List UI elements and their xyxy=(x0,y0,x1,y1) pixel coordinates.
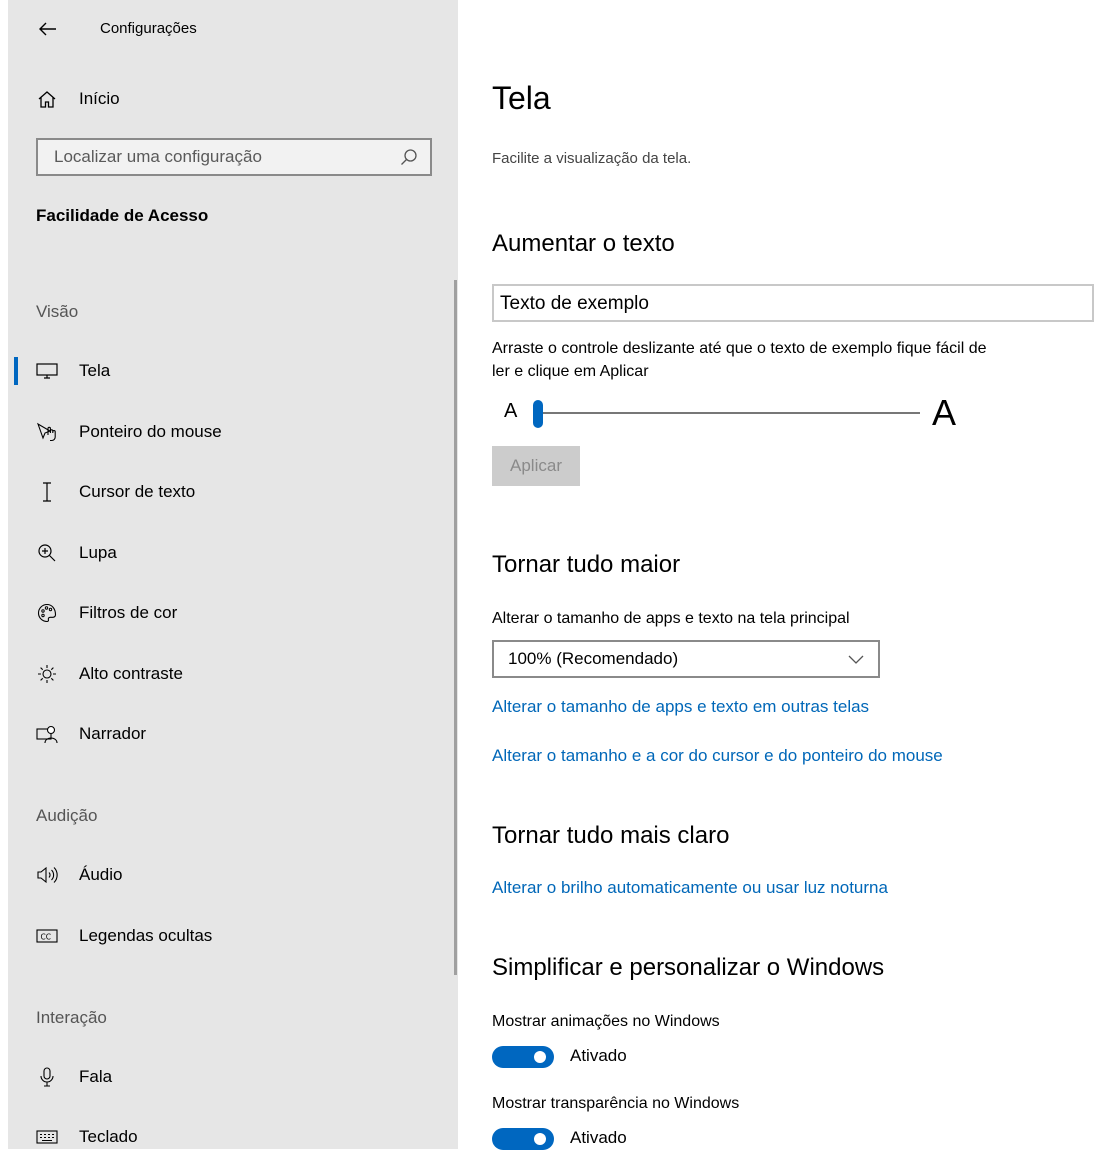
transparency-toggle[interactable] xyxy=(492,1128,554,1150)
color-palette-icon xyxy=(34,601,60,625)
link-brightness[interactable]: Alterar o brilho automaticamente ou usar… xyxy=(492,878,888,898)
animations-label: Mostrar animações no Windows xyxy=(492,1013,720,1030)
text-size-slider[interactable]: A A xyxy=(492,392,962,433)
text-cursor-icon xyxy=(34,480,60,504)
animations-toggle-state: Ativado xyxy=(570,1046,627,1065)
keyboard-icon xyxy=(34,1125,60,1149)
sidebar-item-label: Filtros de cor xyxy=(79,603,178,622)
brightness-sun-icon xyxy=(34,662,60,686)
narrator-icon xyxy=(34,722,60,746)
mouse-pointer-hand-icon xyxy=(34,420,60,444)
apply-button[interactable]: Aplicar xyxy=(492,446,580,486)
section-title: Facilidade de Acesso xyxy=(36,206,209,225)
search-input[interactable] xyxy=(52,146,386,168)
heading-text-size: Aumentar o texto xyxy=(492,230,675,257)
chevron-down-icon xyxy=(848,652,864,666)
sidebar-item-label: Lupa xyxy=(79,543,117,562)
sidebar-item-legendas[interactable]: CC Legendas ocultas xyxy=(8,914,454,958)
microphone-icon xyxy=(34,1065,60,1089)
sidebar-item-lupa[interactable]: Lupa xyxy=(8,531,454,575)
scale-dropdown[interactable]: 100% (Recomendado) xyxy=(492,640,880,678)
heading-make-brighter: Tornar tudo mais claro xyxy=(492,822,730,849)
transparency-toggle-state: Ativado xyxy=(570,1128,627,1147)
sidebar-item-label: Legendas ocultas xyxy=(79,926,213,945)
sidebar-item-label: Teclado xyxy=(79,1127,138,1146)
sidebar-item-narrador[interactable]: Narrador xyxy=(8,712,454,756)
slider-description-line1: Arraste o controle deslizante até que o … xyxy=(492,340,987,357)
monitor-icon xyxy=(34,359,60,383)
magnifier-icon xyxy=(34,541,60,565)
slider-large-label: A xyxy=(932,392,957,433)
sidebar-item-audio[interactable]: Áudio xyxy=(8,853,454,897)
sidebar-item-label: Áudio xyxy=(79,865,123,884)
link-cursor-pointer[interactable]: Alterar o tamanho e a cor do cursor e do… xyxy=(492,746,943,766)
sidebar-item-contraste[interactable]: Alto contraste xyxy=(8,652,454,696)
sidebar-item-label: Ponteiro do mouse xyxy=(79,422,222,441)
scale-label: Alterar o tamanho de apps e texto na tel… xyxy=(492,610,850,627)
group-label-interacao: Interação xyxy=(36,1008,107,1027)
sidebar-item-label: Narrador xyxy=(79,724,147,743)
group-label-audicao: Audição xyxy=(36,806,98,825)
search-icon[interactable] xyxy=(400,148,418,166)
sidebar: Configurações Início Facilidade de Acess… xyxy=(8,0,458,1149)
sidebar-item-filtros[interactable]: Filtros de cor xyxy=(8,591,454,635)
group-label-visao: Visão xyxy=(36,302,79,321)
slider-thumb[interactable] xyxy=(533,400,543,428)
sidebar-item-cursor[interactable]: Cursor de texto xyxy=(8,470,454,514)
sidebar-item-label: Cursor de texto xyxy=(79,482,196,501)
sidebar-item-label: Tela xyxy=(79,361,111,380)
scale-dropdown-value: 100% (Recomendado) xyxy=(508,649,679,668)
sidebar-item-home[interactable]: Início xyxy=(8,77,454,121)
sidebar-item-ponteiro[interactable]: Ponteiro do mouse xyxy=(8,410,454,454)
link-other-displays[interactable]: Alterar o tamanho de apps e texto em out… xyxy=(492,697,869,717)
app-title: Configurações xyxy=(100,20,197,37)
animations-toggle-row: Ativado xyxy=(492,1044,792,1070)
back-arrow-icon xyxy=(38,19,58,39)
search-box[interactable] xyxy=(36,138,432,176)
sidebar-item-label: Fala xyxy=(79,1067,113,1086)
page-subtitle: Facilite a visualização da tela. xyxy=(492,150,692,167)
closed-captions-icon: CC xyxy=(34,924,60,948)
heading-simplify: Simplificar e personalizar o Windows xyxy=(492,954,885,981)
main-content: Tela Facilite a visualização da tela. Au… xyxy=(492,0,1102,1152)
speaker-icon xyxy=(34,863,60,887)
sidebar-item-label: Alto contraste xyxy=(79,664,183,683)
slider-track[interactable] xyxy=(536,412,920,414)
transparency-label: Mostrar transparência no Windows xyxy=(492,1095,740,1112)
sidebar-item-fala[interactable]: Fala xyxy=(8,1055,454,1099)
sidebar-item-tela[interactable]: Tela xyxy=(8,349,454,393)
back-button[interactable] xyxy=(38,16,58,42)
transparency-toggle-row: Ativado xyxy=(492,1126,792,1152)
sample-text-box: Texto de exemplo xyxy=(492,284,1094,322)
sidebar-item-teclado[interactable]: Teclado xyxy=(8,1115,454,1159)
sidebar-item-label: Início xyxy=(79,89,120,108)
home-icon xyxy=(34,87,60,111)
slider-small-label: A xyxy=(504,400,518,422)
sidebar-scrollbar[interactable] xyxy=(454,280,457,975)
slider-description-line2: ler e clique em Aplicar xyxy=(492,363,649,380)
heading-make-bigger: Tornar tudo maior xyxy=(492,551,681,578)
svg-text:CC: CC xyxy=(41,933,51,942)
animations-toggle[interactable] xyxy=(492,1046,554,1068)
page-title: Tela xyxy=(492,80,551,116)
